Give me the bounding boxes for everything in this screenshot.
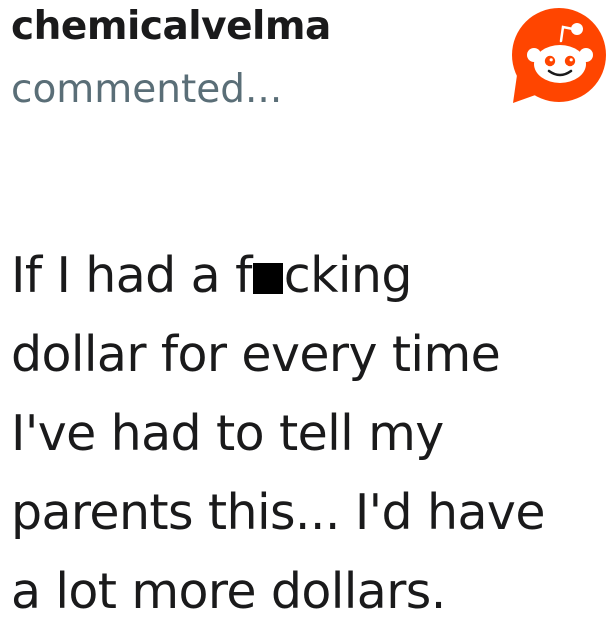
censor-block xyxy=(252,263,283,294)
reddit-snoo-icon xyxy=(512,8,606,103)
comment-line: If I had a f cking xyxy=(11,236,611,315)
comment-card: chemicalvelma commented... If I had a f c… xyxy=(0,0,615,620)
username[interactable]: chemicalvelma xyxy=(11,4,331,50)
comment-text-segment: If I had a f xyxy=(11,247,252,304)
comment-body: If I had a f cking dollar for every time … xyxy=(11,236,611,631)
comment-line: dollar for every time xyxy=(11,326,501,383)
comment-action-label: commented... xyxy=(11,67,283,112)
comment-line: parents this... I'd have xyxy=(11,484,545,541)
comment-line: a lot more dollars. xyxy=(11,563,446,620)
comment-line: I've had to tell my xyxy=(11,405,444,462)
comment-text-segment: cking xyxy=(283,247,413,304)
